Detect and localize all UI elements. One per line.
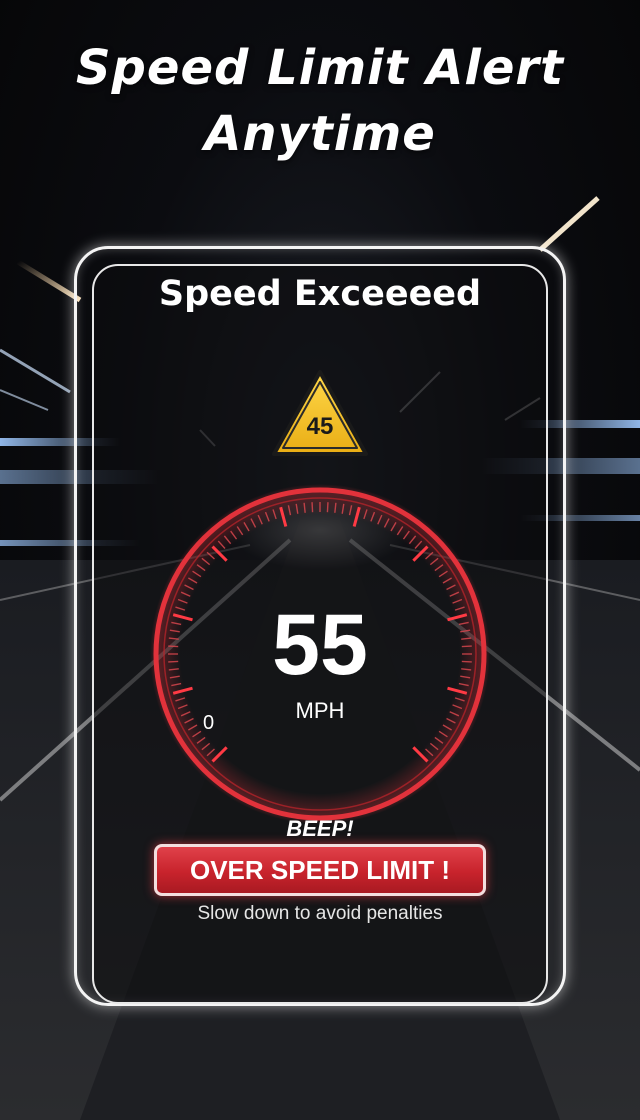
gauge-zero-label: 0 bbox=[203, 712, 215, 734]
advice-text: Slow down to avoid penalties bbox=[197, 903, 443, 924]
headline-line-1: Speed Limit Alert bbox=[75, 40, 565, 96]
speed-limit-value: 45 bbox=[307, 413, 334, 440]
over-speed-limit-button[interactable]: OVER SPEED LIMIT ! bbox=[154, 844, 486, 896]
gauge-minor-tick bbox=[311, 502, 314, 513]
speed-unit-label: MPH bbox=[295, 698, 345, 723]
gauge-minor-tick bbox=[461, 660, 472, 663]
gauge-minor-tick bbox=[326, 502, 329, 513]
beep-label: BEEP! bbox=[286, 816, 354, 841]
current-speed-value: 55 bbox=[272, 597, 368, 693]
gauge-minor-tick bbox=[168, 660, 179, 663]
warning-triangle-icon: 45 bbox=[272, 370, 368, 456]
headline-line-2: Anytime bbox=[204, 106, 436, 162]
gauge-minor-tick bbox=[461, 645, 472, 648]
screen-title: Speed Exceeeed bbox=[158, 274, 482, 314]
app-promo-screen: Speed Limit Alert Anytime Speed Exceeeed… bbox=[0, 0, 640, 1120]
gauge-minor-tick bbox=[168, 645, 179, 648]
